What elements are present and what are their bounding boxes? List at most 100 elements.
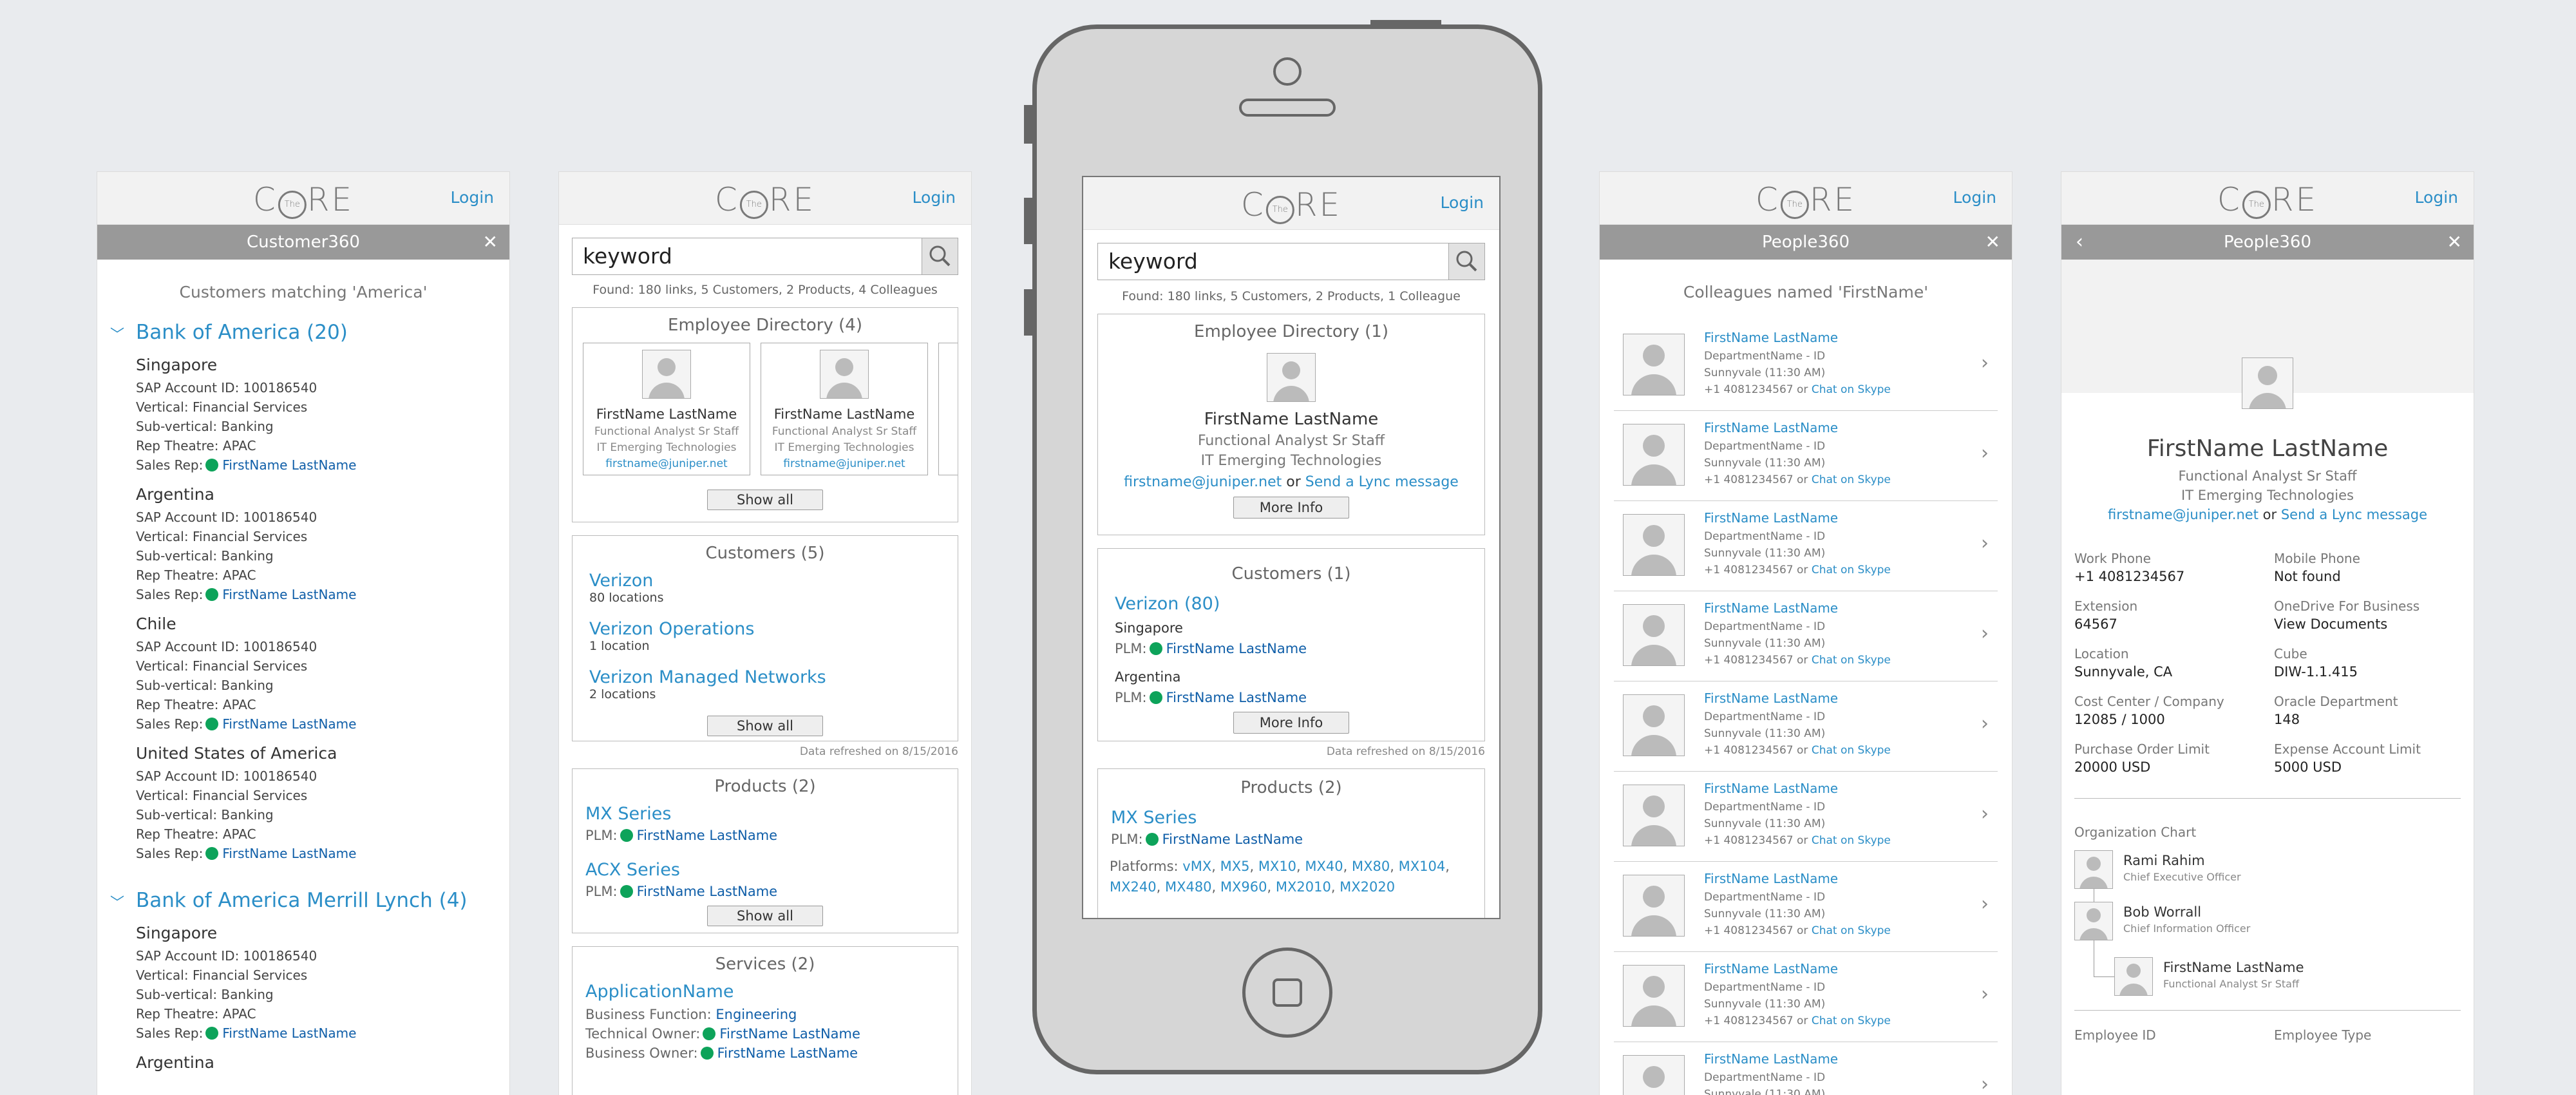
customer-link[interactable]: Verizon (80)	[1115, 594, 1484, 614]
chevron-right-icon[interactable]: ›	[1981, 352, 1989, 374]
owner-link[interactable]: FirstName LastName	[717, 1045, 858, 1061]
person-name-link[interactable]: FirstName LastName	[1704, 961, 1891, 976]
owner-link[interactable]: FirstName LastName	[1162, 832, 1303, 847]
sales-rep-link[interactable]: FirstName LastName	[222, 846, 356, 861]
close-icon[interactable]: ✕	[483, 225, 498, 260]
search-input[interactable]: keyword	[1097, 243, 1485, 280]
search-input[interactable]: keyword	[572, 238, 958, 275]
core-logo[interactable]: C The RE	[1241, 186, 1341, 224]
email-link[interactable]: firstname@juniper.net	[1124, 474, 1282, 490]
chevron-right-icon[interactable]: ›	[1981, 1073, 1989, 1095]
chevron-right-icon[interactable]: ›	[1981, 983, 1989, 1005]
chevron-right-icon[interactable]: ›	[1981, 712, 1989, 735]
employee-card[interactable]: FirstName LastName Functional Analyst Sr…	[761, 343, 928, 475]
customer-group[interactable]: ﹀ Bank of America Merrill Lynch (4)	[97, 889, 509, 912]
sales-rep-link[interactable]: FirstName LastName	[222, 587, 356, 602]
platform-link[interactable]: MX10	[1258, 859, 1296, 874]
more-info-button[interactable]: More Info	[1233, 712, 1349, 734]
core-logo[interactable]: C The RE	[253, 181, 354, 219]
platform-link[interactable]: MX240	[1110, 879, 1157, 895]
list-item[interactable]: FirstName LastName DepartmentName - ID Sun…	[1614, 501, 1998, 591]
service-link[interactable]: ApplicationName	[585, 982, 958, 1002]
platform-link[interactable]: MX104	[1399, 859, 1446, 874]
login-link[interactable]: Login	[1441, 193, 1484, 212]
search-button[interactable]	[1448, 243, 1484, 280]
org-node[interactable]: Bob Worrall Chief Information Officer	[2074, 902, 2396, 953]
owner-link[interactable]: FirstName LastName	[637, 884, 778, 899]
core-logo[interactable]: C The RE	[715, 181, 815, 219]
chevron-down-icon[interactable]: ﹀	[110, 323, 124, 344]
platform-link[interactable]: MX2010	[1276, 879, 1331, 895]
skype-link[interactable]: Chat on Skype	[1812, 654, 1891, 667]
list-item[interactable]: Verizon 80 locations	[573, 571, 958, 605]
list-item[interactable]: Verizon Operations 1 location	[573, 619, 958, 653]
platform-link[interactable]: MX960	[1220, 879, 1267, 895]
lync-link[interactable]: Send a Lync message	[1305, 474, 1459, 490]
sales-rep-link[interactable]: FirstName LastName	[222, 457, 356, 473]
chevron-right-icon[interactable]: ›	[1981, 532, 1989, 555]
business-function-link[interactable]: Engineering	[715, 1007, 797, 1022]
owner-link[interactable]: FirstName LastName	[637, 828, 778, 843]
person-name-link[interactable]: FirstName LastName	[1704, 330, 1891, 345]
skype-link[interactable]: Chat on Skype	[1812, 834, 1891, 847]
show-all-button[interactable]: Show all	[707, 490, 823, 510]
lync-link[interactable]: Send a Lync message	[2281, 507, 2427, 522]
search-button[interactable]	[922, 238, 958, 274]
list-item[interactable]: Verizon Managed Networks 2 locations	[573, 667, 958, 701]
sales-rep-link[interactable]: FirstName LastName	[222, 1025, 356, 1041]
chevron-right-icon[interactable]: ›	[1981, 803, 1989, 825]
platform-link[interactable]: MX2020	[1340, 879, 1395, 895]
product-link[interactable]: MX Series	[1111, 808, 1484, 828]
product-link[interactable]: MX Series	[585, 804, 958, 824]
org-node[interactable]: Rami Rahim Chief Executive Officer	[2074, 850, 2396, 902]
show-all-button[interactable]: Show all	[707, 906, 823, 926]
person-name-link[interactable]: FirstName LastName	[1704, 420, 1891, 435]
platform-link[interactable]: MX80	[1352, 859, 1390, 874]
login-link[interactable]: Login	[1953, 188, 1996, 207]
skype-link[interactable]: Chat on Skype	[1812, 1014, 1891, 1027]
core-logo[interactable]: C The RE	[1756, 181, 1856, 219]
skype-link[interactable]: Chat on Skype	[1812, 744, 1891, 757]
platform-link[interactable]: MX480	[1165, 879, 1212, 895]
close-icon[interactable]: ✕	[1985, 225, 2000, 260]
show-all-button[interactable]: Show all	[707, 716, 823, 736]
email-link[interactable]: firstname@juniper.net	[583, 457, 750, 470]
platform-link[interactable]: MX40	[1305, 859, 1343, 874]
list-item[interactable]: FirstName LastName DepartmentName - ID Sun…	[1614, 772, 1998, 862]
chevron-right-icon[interactable]: ›	[1981, 893, 1989, 915]
customer-group[interactable]: ﹀ Bank of America (20)	[97, 321, 509, 344]
core-logo[interactable]: C The RE	[2217, 181, 2318, 219]
org-node[interactable]: FirstName LastName Functional Analyst Sr…	[2114, 957, 2436, 1009]
login-link[interactable]: Login	[913, 188, 956, 207]
person-name-link[interactable]: FirstName LastName	[1704, 510, 1891, 526]
skype-link[interactable]: Chat on Skype	[1812, 473, 1891, 486]
home-button[interactable]	[1242, 947, 1332, 1038]
email-link[interactable]: firstname@juniper.net	[2108, 507, 2259, 522]
person-name-link[interactable]: FirstName LastName	[1704, 600, 1891, 616]
product-link[interactable]: ACX Series	[585, 860, 958, 880]
list-item[interactable]: FirstName LastName DepartmentName - ID Sun…	[1614, 591, 1998, 681]
owner-link[interactable]: FirstName LastName	[1166, 690, 1307, 705]
person-name-link[interactable]: FirstName LastName	[1704, 871, 1891, 886]
chevron-right-icon[interactable]: ›	[1981, 622, 1989, 645]
list-item[interactable]: FirstName LastName DepartmentName - ID Sun…	[1614, 321, 1998, 411]
owner-link[interactable]: FirstName LastName	[1166, 641, 1307, 656]
platform-link[interactable]: vMX	[1182, 859, 1211, 874]
sales-rep-link[interactable]: FirstName LastName	[222, 716, 356, 732]
employee-card-partial[interactable]	[938, 343, 958, 475]
chevron-right-icon[interactable]: ›	[1981, 442, 1989, 464]
employee-card[interactable]: FirstName LastName Functional Analyst Sr…	[583, 343, 750, 475]
skype-link[interactable]: Chat on Skype	[1812, 383, 1891, 396]
email-link[interactable]: firstname@juniper.net	[761, 457, 927, 470]
login-link[interactable]: Login	[2415, 188, 2458, 207]
list-item[interactable]: FirstName LastName DepartmentName - ID Sun…	[1614, 681, 1998, 772]
login-link[interactable]: Login	[451, 188, 494, 207]
list-item[interactable]: FirstName LastName DepartmentName - ID Sun…	[1614, 411, 1998, 501]
list-item[interactable]: FirstName LastName DepartmentName - ID Sun…	[1614, 862, 1998, 952]
more-info-button[interactable]: More Info	[1233, 497, 1349, 519]
skype-link[interactable]: Chat on Skype	[1812, 924, 1891, 937]
owner-link[interactable]: FirstName LastName	[719, 1026, 860, 1042]
list-item[interactable]: FirstName LastName DepartmentName - ID Sun…	[1614, 1042, 1998, 1095]
list-item[interactable]: FirstName LastName DepartmentName - ID Sun…	[1614, 952, 1998, 1042]
person-name-link[interactable]: FirstName LastName	[1704, 1051, 1891, 1067]
